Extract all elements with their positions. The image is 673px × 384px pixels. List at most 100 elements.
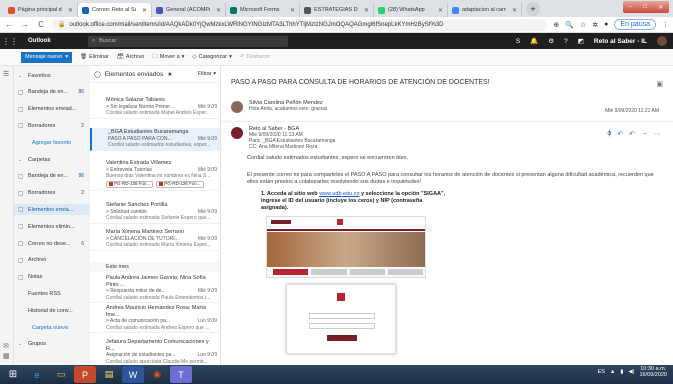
folder-item[interactable]: ▢ Notas [14,272,90,283]
archive-button[interactable]: 🗃 Archivo [117,54,144,60]
bell-icon[interactable]: 🔔 [530,37,538,45]
attachment-chip[interactable]: PG-RD-138 Fon... [106,180,154,188]
attachment-chip[interactable]: PG-RD-126 Fon... [156,180,204,188]
chevron-down-icon[interactable]: ⌄ [18,157,24,163]
folder-item[interactable]: Fuentes RSS [14,288,90,299]
close-icon[interactable]: ✕ [290,7,295,14]
network-icon[interactable]: ▮ [620,369,623,375]
signature-icon[interactable]: ϕ [607,130,611,138]
zoom-icon[interactable]: 🔍 [565,21,574,29]
list-item[interactable]: Valentina Estrada Villamez > Entrevista T… [90,159,220,191]
calendar-icon[interactable]: ▦ [3,352,10,360]
avatar[interactable] [657,36,667,46]
select-all-icon[interactable]: ◯ [94,71,101,78]
folder-group-header[interactable]: ⌄ Favoritos [14,70,90,81]
folder-link[interactable]: Agregar favorito [14,137,90,148]
star-icon[interactable]: ☆ [580,21,586,29]
reply-all-icon[interactable]: ↶ [629,130,635,138]
list-item[interactable]: Mónica Salazar Tabares > Sin legalizar No… [90,96,220,119]
delete-button[interactable]: 🗑 Eliminar [80,54,109,60]
browser-tab[interactable]: ESTRATEGIAS DE A ✕ [300,3,374,17]
browser-tab[interactable]: Microsoft Forms ✕ [226,3,300,17]
search-input[interactable]: ⌕ Buscar [88,35,288,47]
clock[interactable]: 10:30 a.m. 16/09/2020 [639,366,667,378]
chevron-down-icon[interactable]: ⌄ [18,341,24,347]
folder-item[interactable]: ▢ Elementos elimin... [14,221,90,232]
close-icon[interactable]: ✕ [68,7,73,14]
volume-icon[interactable]: ◀) [628,369,634,375]
cc-recipients[interactable]: CC: Ana Milena Martinez Roza [249,144,659,150]
folder-item[interactable]: Historial de conv... [14,305,90,316]
folder-item[interactable]: ▢ Elementos envia... [14,204,90,216]
folder-item[interactable]: ▢ Correo no dese... 6 [14,238,90,249]
folder-link[interactable]: Carpeta nueva [14,322,90,333]
back-icon[interactable]: ← [4,20,14,29]
browser-tab[interactable]: adaptacion al carn ✕ [448,3,522,17]
filter-button[interactable]: Filtrar ▾ [198,71,216,77]
browser-tab[interactable]: Página principal d ✕ [4,3,78,17]
gear-icon[interactable]: ⚙ [548,37,554,45]
word-icon[interactable]: W [122,366,144,383]
app-launcher-icon[interactable]: ⋮⋮ [0,37,20,46]
list-item[interactable]: Jefatura Departamento Comunicaciones y R… [90,338,220,365]
folder-item[interactable]: ▢ Archivo [14,255,90,266]
close-icon[interactable]: ✕ [438,7,443,14]
window-controls[interactable]: – □ ✕ [623,1,669,13]
puzzle-icon[interactable]: ✲ [592,21,598,29]
chrome-icon[interactable]: ◉ [146,366,168,383]
list-item[interactable]: María Ximena Martinez Serrano > CANCELACI… [90,228,220,251]
sync-paused-button[interactable]: En pausa [614,19,656,30]
feedback-icon[interactable]: ◩ [578,37,584,45]
start-button[interactable]: ⊞ [2,366,24,383]
profile-icon[interactable]: ● [604,21,608,28]
move-to-button[interactable]: 🗀 Mover a ▾ [152,53,184,62]
url-input[interactable]: 🔒 outlook.office.com/mail/sentitems/id/A… [52,18,548,31]
folder-group-header[interactable]: ⌄ Grupos [14,339,90,350]
undo-button[interactable]: ↶ Deshacer [240,54,270,60]
categorize-button[interactable]: ◇ Categorizar ▾ [192,54,231,60]
hamburger-icon[interactable]: ☰ [3,70,9,78]
close-window-icon[interactable]: ✕ [658,4,663,11]
up-arrow-icon[interactable]: ▲ [610,369,615,375]
teams-icon[interactable]: T [170,366,192,383]
list-item[interactable]: Andrea Mauricio Hernandez Rosa; María Im… [90,304,220,333]
notes-icon[interactable]: ▤ [98,366,120,383]
star-icon[interactable]: ★ [167,71,172,78]
forward-icon[interactable]: → [20,20,30,29]
browser-tab[interactable]: General (ACOMPA ✕ [152,3,226,17]
folder-item[interactable]: ▢ Bandeja de en... 86 [14,87,90,98]
skype-icon[interactable]: S [516,38,520,45]
list-item[interactable]: Stefanie Sanchez Portilla > Solicitud cam… [90,201,220,224]
browser-tab[interactable]: Correo: Reto al Sa ✕ [78,3,152,17]
folder-item[interactable]: ▢ Borradores 2 [14,188,90,199]
folder-group-header[interactable]: ⌄ Carpetas [14,154,90,165]
mail-icon[interactable]: ✉ [3,342,9,350]
more-icon[interactable]: ⋯ [654,130,661,138]
extension-icon[interactable]: ⊕ [553,21,559,29]
maximize-icon[interactable]: □ [643,4,647,10]
close-icon[interactable]: ✕ [512,7,517,14]
forward-icon[interactable]: → [641,130,648,138]
folder-item[interactable]: ▢ Elementos enviad... [14,104,90,115]
minimize-icon[interactable]: – [629,4,632,10]
user-name[interactable]: Reto al Saber - IL [594,38,647,45]
close-icon[interactable]: ✕ [142,7,147,14]
folder-item[interactable]: ▢ Borradores 2 [14,120,90,131]
close-icon[interactable]: ✕ [216,7,221,14]
list-item[interactable]: _BGA Estudiantes Bucaramanga PASO A PASO … [90,128,220,151]
help-icon[interactable]: ? [564,38,568,45]
reload-icon[interactable]: C [36,20,46,29]
browser-tab[interactable]: (28) WhatsApp ✕ [374,3,448,17]
step-1-link[interactable]: www.udb.edu.co [319,191,359,197]
message-collapsed[interactable]: Silvia Carolina Peñón Mendez Hola Anita,… [249,100,659,114]
new-message-button[interactable]: Mensaje nuevo ▾ [21,51,73,63]
menu-icon[interactable]: ⋮ [662,21,669,29]
language-indicator[interactable]: ES [598,369,605,375]
internet-explorer-icon[interactable]: e [26,366,48,383]
folder-item[interactable]: ▢ Bandeja de en... 86 [14,171,90,182]
list-item[interactable]: Paula Andrea Jaimes Gaviria; Nina Sofía … [90,274,220,303]
powerpoint-icon[interactable]: P [74,366,96,383]
immersive-reader-icon[interactable]: ▣ [656,80,663,88]
file-explorer-icon[interactable]: ▭ [50,366,72,383]
close-icon[interactable]: ✕ [364,7,369,14]
